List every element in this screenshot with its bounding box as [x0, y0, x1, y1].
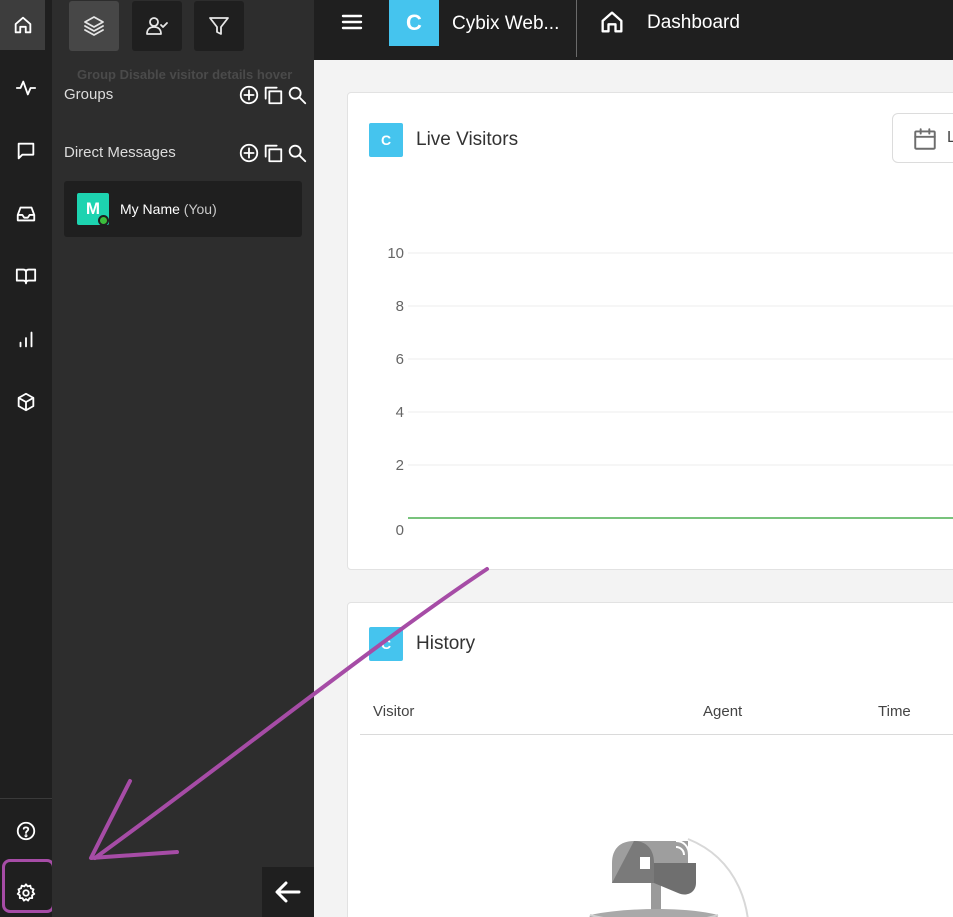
- copy-icon[interactable]: [262, 84, 284, 106]
- app-title[interactable]: Cybix Web...: [452, 13, 559, 35]
- page-title: Dashboard: [647, 12, 740, 33]
- top-bar: C Cybix Web... Dashboard: [314, 0, 953, 60]
- groups-view-button[interactable]: [69, 1, 119, 51]
- hamburger-icon: [341, 14, 363, 30]
- direct-messages-heading: Direct Messages: [64, 144, 176, 161]
- direct-messages-actions: [238, 142, 308, 164]
- activity-icon: [15, 80, 37, 96]
- filter-icon: [209, 17, 229, 35]
- dm-user-name-text: My Name: [120, 201, 180, 217]
- rail-chat-button[interactable]: [0, 126, 52, 176]
- groups-actions: [238, 84, 308, 106]
- history-table-header: Visitor Agent Time: [360, 701, 953, 735]
- bar-chart-icon: [19, 331, 33, 348]
- help-icon: [16, 821, 36, 841]
- rail-integrations-button[interactable]: [0, 377, 52, 427]
- add-group-icon[interactable]: [238, 84, 260, 106]
- y-tick-label: 6: [396, 351, 404, 368]
- home-icon: [14, 16, 31, 34]
- online-status-dot: [98, 215, 109, 226]
- rail-help-button[interactable]: [0, 806, 52, 856]
- y-tick-label: 10: [387, 245, 404, 262]
- app-badge[interactable]: C: [389, 0, 439, 46]
- dm-user-name: My Name (You): [120, 201, 217, 217]
- column-time[interactable]: Time: [878, 703, 911, 720]
- collapse-panel-button[interactable]: [262, 867, 314, 917]
- search-icon[interactable]: [286, 142, 308, 164]
- layers-icon: [84, 16, 104, 36]
- icon-rail: [0, 0, 55, 917]
- filter-button[interactable]: [194, 1, 244, 51]
- direct-message-item[interactable]: M My Name (You): [64, 181, 302, 237]
- history-badge: C: [369, 627, 403, 661]
- conversations-panel: Group Disable visitor details hover Grou…: [52, 0, 314, 917]
- empty-mailbox-illustration: [589, 838, 749, 917]
- settings-highlight-annotation: [2, 859, 55, 913]
- breadcrumb-home[interactable]: [598, 8, 626, 36]
- rail-home-button[interactable]: [0, 0, 45, 50]
- arrow-left-icon: [275, 881, 301, 903]
- assigned-to-me-button[interactable]: [132, 1, 182, 51]
- y-tick-label: 0: [396, 522, 404, 539]
- app-window: Group Disable visitor details hover Grou…: [0, 0, 953, 917]
- rail-reports-button[interactable]: [0, 314, 52, 364]
- rail-knowledge-base-button[interactable]: [0, 251, 52, 301]
- tooltip: Group Disable visitor details hover: [77, 67, 293, 82]
- groups-heading: Groups: [64, 86, 114, 103]
- search-icon[interactable]: [286, 84, 308, 106]
- live-visitors-card: C Live Visitors L 0 2 4 6 8 10: [347, 92, 953, 570]
- rail-inbox-button[interactable]: [0, 189, 52, 239]
- history-card: C History Visitor Agent Time: [347, 602, 953, 917]
- rail-divider: [0, 798, 52, 799]
- live-visitors-chart: 0 2 4 6 8 10: [387, 245, 953, 539]
- dm-you-suffix: (You): [183, 201, 217, 217]
- home-icon: [601, 11, 623, 33]
- chat-icon: [17, 142, 35, 160]
- rail-activity-button[interactable]: [0, 63, 52, 113]
- menu-button[interactable]: [338, 10, 366, 34]
- history-title: History: [416, 633, 476, 654]
- y-tick-label: 2: [396, 457, 404, 474]
- inbox-icon: [16, 206, 36, 222]
- box-icon: [17, 392, 35, 412]
- column-agent[interactable]: Agent: [703, 703, 742, 720]
- column-visitor[interactable]: Visitor: [373, 703, 414, 720]
- y-tick-label: 4: [396, 404, 404, 421]
- y-tick-label: 8: [396, 298, 404, 315]
- book-icon: [15, 268, 37, 285]
- copy-icon[interactable]: [262, 142, 284, 164]
- add-direct-message-icon[interactable]: [238, 142, 260, 164]
- top-divider: [576, 0, 577, 57]
- user-check-icon: [146, 17, 168, 35]
